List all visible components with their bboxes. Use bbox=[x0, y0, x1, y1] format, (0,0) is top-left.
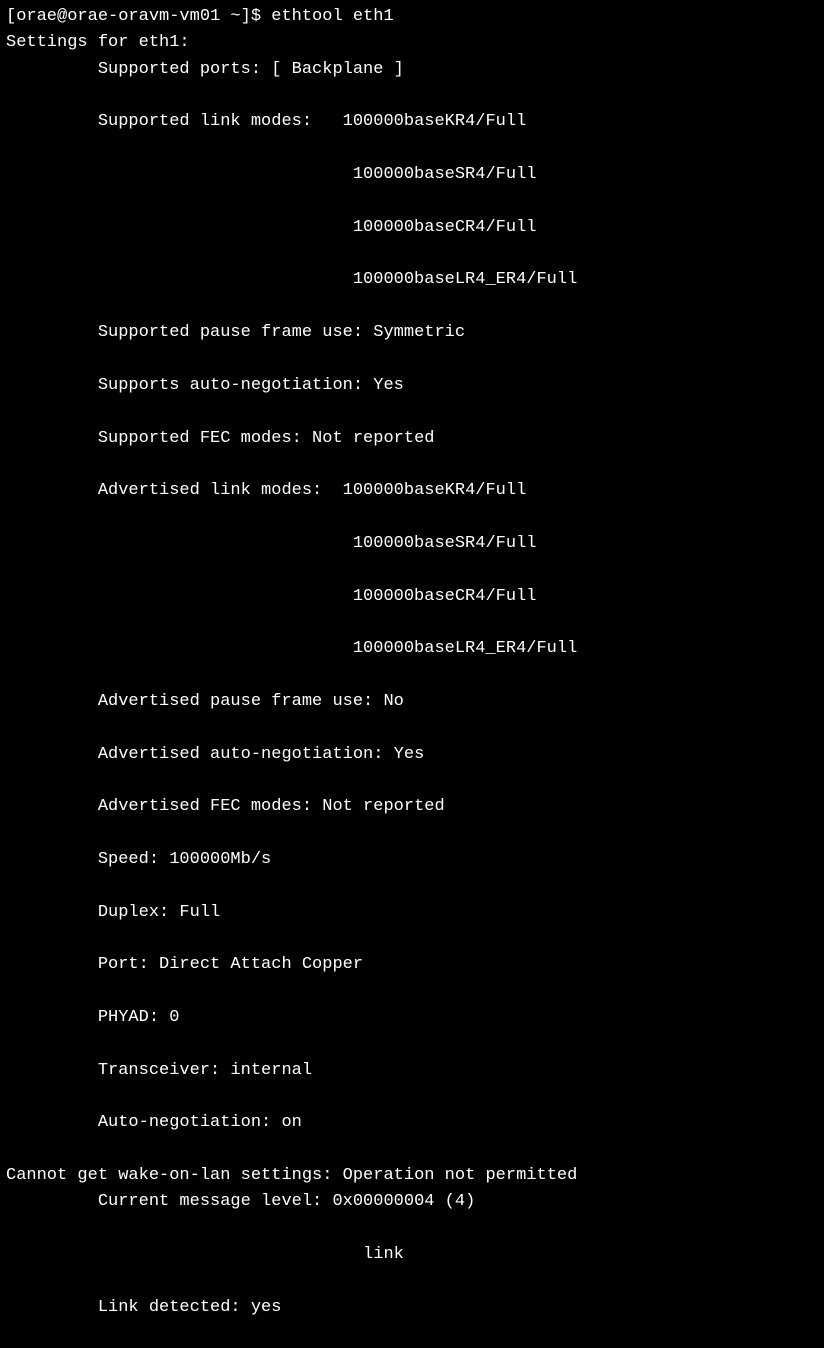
duplex: Duplex: Full bbox=[98, 900, 818, 926]
speed: Speed: 100000Mb/s bbox=[98, 847, 818, 873]
shell-prompt: [orae@orae-oravm-vm01 ~]$ bbox=[6, 7, 271, 26]
supported-link-mode-3: 100000baseLR4_ER4/Full bbox=[353, 267, 818, 293]
advertised-link-mode-0: 100000baseKR4/Full bbox=[343, 481, 527, 500]
advertised-autoneg: Advertised auto-negotiation: Yes bbox=[98, 742, 818, 768]
supported-link-modes-row: Supported link modes: 100000baseKR4/Full bbox=[98, 109, 818, 135]
supported-ports: Supported ports: [ Backplane ] bbox=[98, 57, 818, 83]
advertised-link-mode-2: 100000baseCR4/Full bbox=[353, 584, 818, 610]
msg-level: Current message level: 0x00000004 (4) bbox=[98, 1189, 818, 1215]
advertised-fec: Advertised FEC modes: Not reported bbox=[98, 794, 818, 820]
settings-header: Settings for eth1: bbox=[6, 33, 190, 52]
wol-error: Cannot get wake-on-lan settings: Operati… bbox=[6, 1166, 577, 1185]
terminal-output: [orae@orae-oravm-vm01 ~]$ ethtool eth1 S… bbox=[6, 4, 818, 1348]
advertised-link-mode-1: 100000baseSR4/Full bbox=[353, 531, 818, 557]
supported-fec: Supported FEC modes: Not reported bbox=[98, 426, 818, 452]
supported-link-mode-1: 100000baseSR4/Full bbox=[353, 162, 818, 188]
advertised-pause: Advertised pause frame use: No bbox=[98, 689, 818, 715]
advertised-link-modes-label: Advertised link modes: bbox=[98, 481, 343, 500]
transceiver: Transceiver: internal bbox=[98, 1058, 818, 1084]
supported-pause: Supported pause frame use: Symmetric bbox=[98, 320, 818, 346]
phyad: PHYAD: 0 bbox=[98, 1005, 818, 1031]
supports-autoneg: Supports auto-negotiation: Yes bbox=[98, 373, 818, 399]
advertised-link-modes-row: Advertised link modes: 100000baseKR4/Ful… bbox=[98, 478, 818, 504]
auto-negotiation: Auto-negotiation: on bbox=[98, 1110, 818, 1136]
link-detected: Link detected: yes bbox=[98, 1295, 818, 1321]
supported-link-modes-label: Supported link modes: bbox=[98, 112, 343, 131]
command-input[interactable]: ethtool eth1 bbox=[271, 7, 393, 26]
port: Port: Direct Attach Copper bbox=[98, 952, 818, 978]
supported-link-mode-0: 100000baseKR4/Full bbox=[343, 112, 527, 131]
msg-level-detail: link bbox=[363, 1242, 818, 1268]
advertised-link-mode-3: 100000baseLR4_ER4/Full bbox=[353, 636, 818, 662]
supported-link-mode-2: 100000baseCR4/Full bbox=[353, 215, 818, 241]
